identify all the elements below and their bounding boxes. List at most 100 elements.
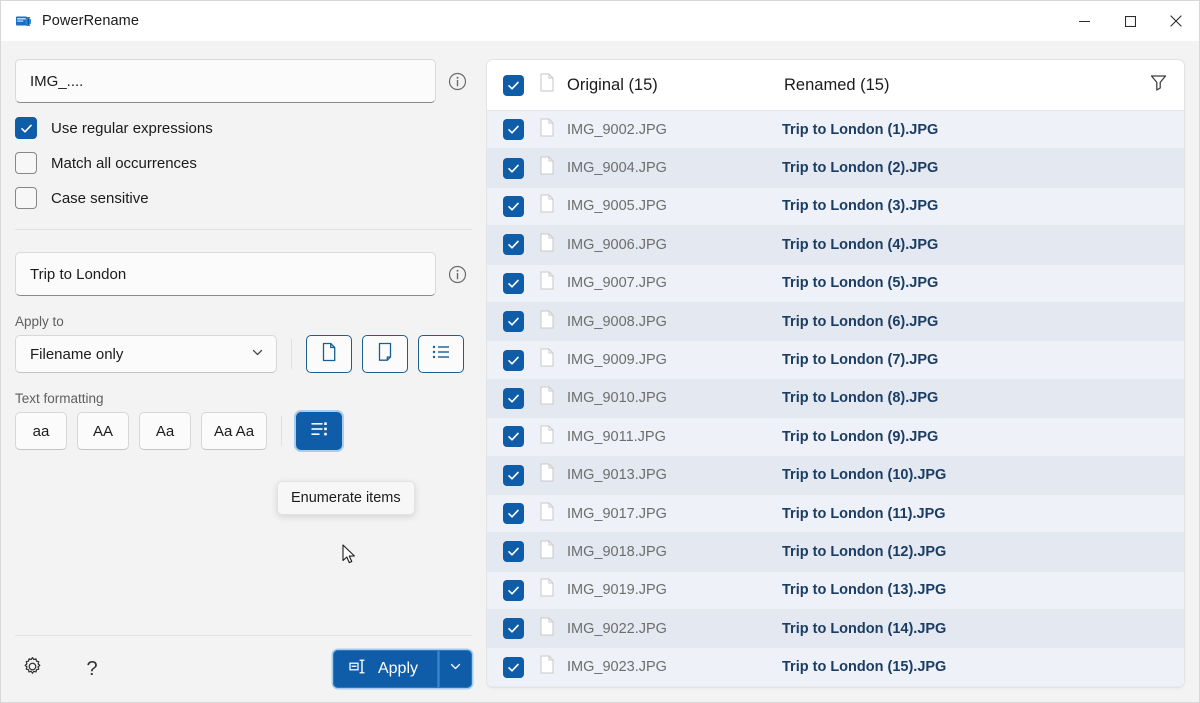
- select-all-checkbox[interactable]: [487, 74, 539, 96]
- file-icon: [539, 310, 555, 334]
- row-original-name: IMG_9006.JPG: [567, 236, 667, 253]
- row-renamed-name: Trip to London (5).JPG: [782, 275, 939, 292]
- row-checkbox[interactable]: [487, 311, 539, 333]
- settings-button[interactable]: [15, 652, 49, 686]
- checkbox-label: Match all occurrences: [51, 154, 197, 172]
- text-formatting-label: Text formatting: [15, 391, 104, 406]
- close-button[interactable]: [1153, 1, 1199, 41]
- checkbox-case-sensitive[interactable]: Case sensitive: [15, 187, 472, 209]
- help-button[interactable]: ?: [75, 652, 109, 686]
- row-checkbox[interactable]: [487, 272, 539, 294]
- table-row[interactable]: IMG_9009.JPG Trip to London (7).JPG: [487, 341, 1184, 380]
- table-row[interactable]: IMG_9022.JPG Trip to London (14).JPG: [487, 610, 1184, 649]
- chevron-down-icon: [251, 346, 264, 363]
- options-panel: IMG_.... Use regular expressions Match a…: [1, 41, 486, 702]
- include-files-button[interactable]: [306, 335, 352, 373]
- row-checkbox[interactable]: [487, 234, 539, 256]
- row-original-name: IMG_9017.JPG: [567, 505, 667, 522]
- row-checkbox[interactable]: [487, 387, 539, 409]
- search-info-icon[interactable]: [446, 70, 468, 92]
- table-row[interactable]: IMG_9010.JPG Trip to London (8).JPG: [487, 379, 1184, 419]
- question-mark-icon: ?: [86, 658, 98, 680]
- row-checkbox[interactable]: [487, 464, 539, 486]
- row-original-cell: IMG_9007.JPG: [539, 271, 782, 295]
- divider: [281, 416, 283, 446]
- file-icon: [539, 73, 555, 97]
- checkbox-indicator: [15, 152, 37, 174]
- apply-to-label: Apply to: [15, 314, 64, 329]
- row-checkbox[interactable]: [487, 195, 539, 217]
- apply-dropdown-button[interactable]: [438, 650, 472, 688]
- apply-to-dropdown[interactable]: Filename only: [15, 335, 277, 373]
- apply-to-selected-value: Filename only: [30, 345, 124, 363]
- table-row[interactable]: IMG_9006.JPG Trip to London (4).JPG: [487, 226, 1184, 265]
- row-renamed-name: Trip to London (8).JPG: [782, 390, 939, 407]
- uppercase-button[interactable]: AA: [77, 412, 129, 450]
- column-header-renamed[interactable]: Renamed (15): [782, 76, 1132, 95]
- preview-panel: Original (15) Renamed (15) IMG_9002.JPG T…: [486, 41, 1199, 702]
- row-renamed-name: Trip to London (7).JPG: [782, 352, 939, 369]
- apply-button[interactable]: Apply: [332, 650, 438, 688]
- file-icon: [539, 540, 555, 564]
- row-checkbox[interactable]: [487, 503, 539, 525]
- text-formatting-row: aa AA Aa Aa Aa: [1, 412, 486, 450]
- row-original-cell: IMG_9005.JPG: [539, 194, 782, 218]
- titlecase-button[interactable]: Aa: [139, 412, 191, 450]
- checkbox-indicator-checked: [502, 234, 524, 256]
- row-original-name: IMG_9011.JPG: [567, 428, 666, 445]
- row-original-cell: IMG_9022.JPG: [539, 617, 782, 641]
- row-renamed-cell: Trip to London (3).JPG: [782, 198, 1132, 214]
- file-icon: [539, 233, 555, 257]
- file-icon: [539, 502, 555, 526]
- row-renamed-cell: Trip to London (2).JPG: [782, 160, 1132, 176]
- maximize-button[interactable]: [1107, 1, 1153, 41]
- lowercase-button[interactable]: aa: [15, 412, 67, 450]
- row-original-name: IMG_9023.JPG: [567, 659, 667, 676]
- row-checkbox[interactable]: [487, 426, 539, 448]
- minimize-button[interactable]: [1061, 1, 1107, 41]
- row-checkbox[interactable]: [487, 349, 539, 371]
- checkbox-use-regular-expressions[interactable]: Use regular expressions: [15, 117, 472, 139]
- enumerate-items-button[interactable]: [296, 412, 343, 450]
- checkbox-indicator-checked: [502, 195, 524, 217]
- table-row[interactable]: IMG_9017.JPG Trip to London (11).JPG: [487, 494, 1184, 534]
- folder-pen-icon: [375, 341, 395, 368]
- table-row[interactable]: IMG_9013.JPG Trip to London (10).JPG: [487, 456, 1184, 495]
- search-input[interactable]: IMG_....: [15, 59, 436, 103]
- row-original-name: IMG_9005.JPG: [567, 198, 667, 215]
- table-row[interactable]: IMG_9002.JPG Trip to London (1).JPG: [487, 111, 1184, 150]
- capitalize-each-word-button[interactable]: Aa Aa: [201, 412, 268, 450]
- table-row[interactable]: IMG_9018.JPG Trip to London (12).JPG: [487, 533, 1184, 572]
- row-renamed-name: Trip to London (4).JPG: [782, 236, 939, 253]
- column-header-original[interactable]: Original (15): [539, 73, 782, 97]
- row-checkbox[interactable]: [487, 541, 539, 563]
- row-original-name: IMG_9002.JPG: [567, 121, 667, 138]
- table-row[interactable]: IMG_9019.JPG Trip to London (13).JPG: [487, 571, 1184, 611]
- filter-button[interactable]: [1132, 73, 1184, 97]
- checkbox-indicator-checked: [502, 119, 524, 141]
- checkbox-match-all-occurrences[interactable]: Match all occurrences: [15, 152, 472, 174]
- row-checkbox[interactable]: [487, 119, 539, 141]
- row-checkbox[interactable]: [487, 157, 539, 179]
- row-original-cell: IMG_9019.JPG: [539, 578, 782, 602]
- table-row[interactable]: IMG_9005.JPG Trip to London (3).JPG: [487, 187, 1184, 227]
- row-original-cell: IMG_9004.JPG: [539, 156, 782, 180]
- table-row[interactable]: IMG_9007.JPG Trip to London (5).JPG: [487, 264, 1184, 303]
- row-renamed-name: Trip to London (15).JPG: [782, 659, 947, 676]
- table-row[interactable]: IMG_9011.JPG Trip to London (9).JPG: [487, 418, 1184, 457]
- file-icon: [539, 463, 555, 487]
- checkbox-indicator-checked: [502, 656, 524, 678]
- row-checkbox[interactable]: [487, 656, 539, 678]
- include-subfolders-button[interactable]: [418, 335, 464, 373]
- include-folders-button[interactable]: [362, 335, 408, 373]
- replace-info-icon[interactable]: [446, 263, 468, 285]
- row-original-name: IMG_9010.JPG: [567, 390, 667, 407]
- file-icon: [319, 341, 339, 368]
- row-checkbox[interactable]: [487, 579, 539, 601]
- replace-input[interactable]: Trip to London: [15, 252, 436, 296]
- table-row[interactable]: IMG_9008.JPG Trip to London (6).JPG: [487, 302, 1184, 342]
- table-row[interactable]: IMG_9004.JPG Trip to London (2).JPG: [487, 149, 1184, 188]
- checkbox-indicator-checked: [502, 464, 524, 486]
- row-checkbox[interactable]: [487, 618, 539, 640]
- table-row[interactable]: IMG_9023.JPG Trip to London (15).JPG: [487, 648, 1184, 687]
